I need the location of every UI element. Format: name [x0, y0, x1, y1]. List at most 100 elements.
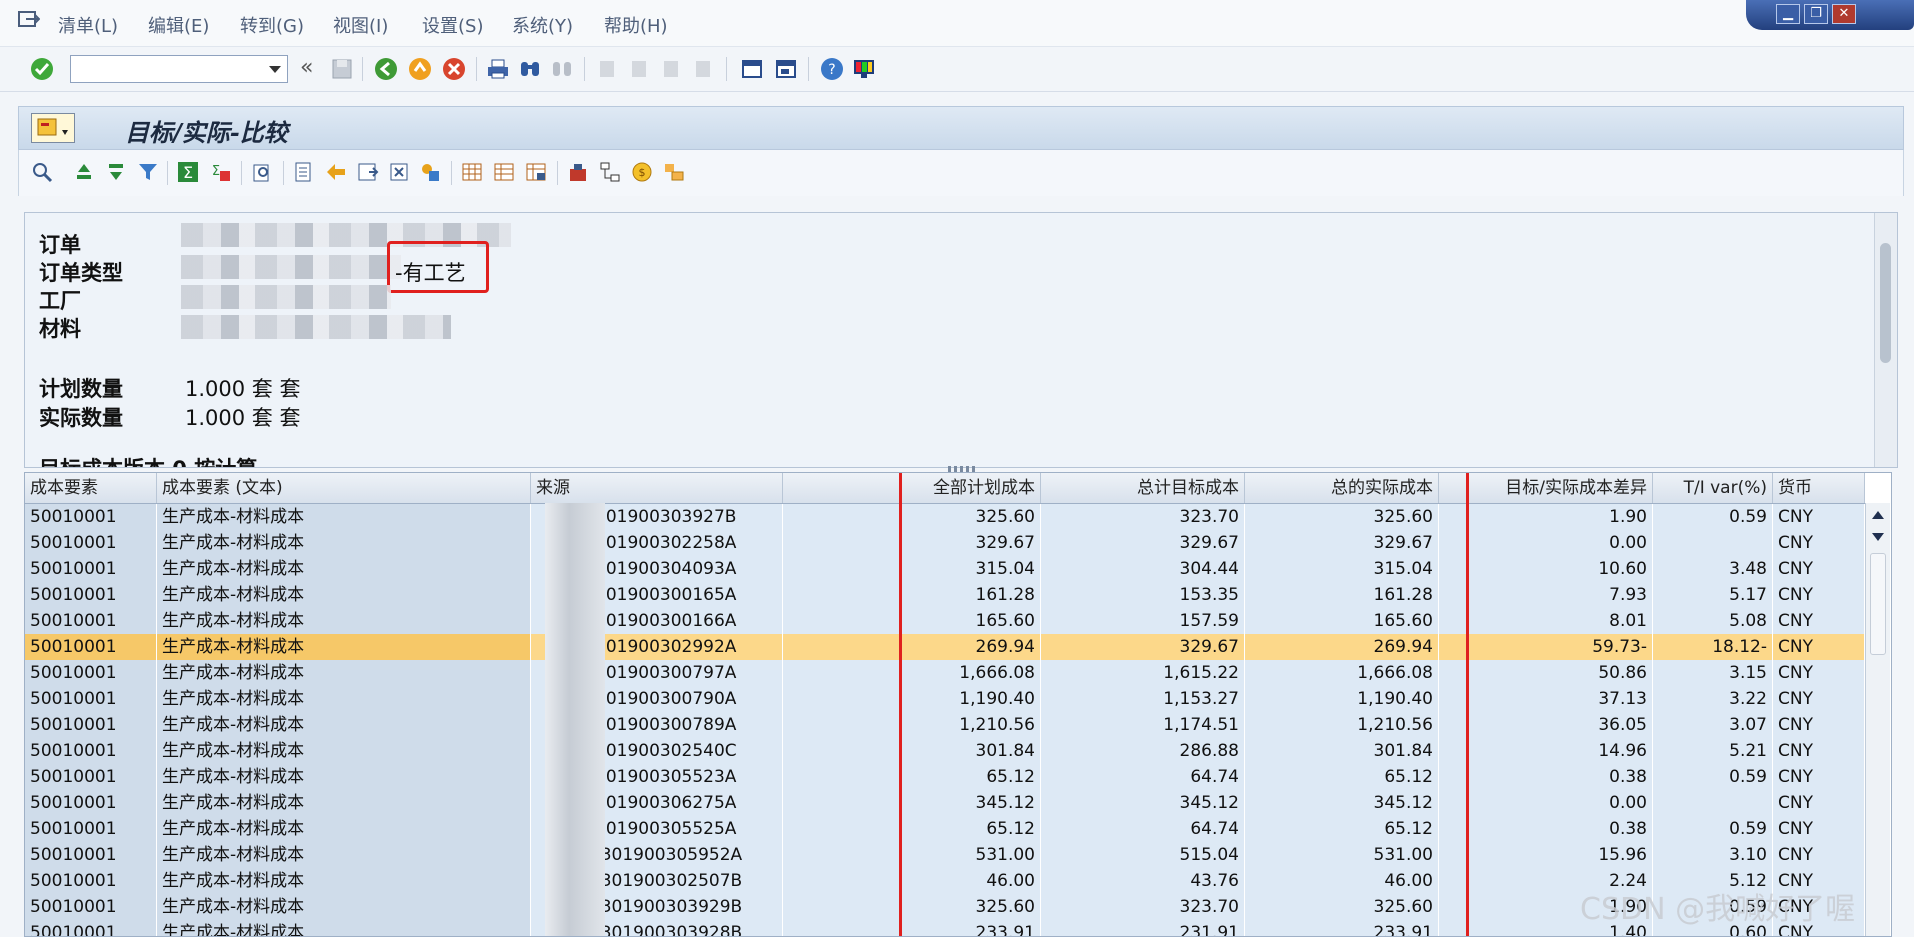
- collapse-icon[interactable]: «: [300, 55, 313, 80]
- cell-variance[interactable]: 15.96: [1439, 842, 1653, 868]
- cell-cost-element[interactable]: 50010001: [25, 842, 157, 868]
- cell-cost-element[interactable]: 50010001: [25, 530, 157, 556]
- close-button[interactable]: ✕: [1832, 4, 1856, 24]
- menu-settings[interactable]: 设置(S): [422, 12, 483, 38]
- cell-variance-pct[interactable]: 3.15: [1653, 660, 1773, 686]
- cell-variance[interactable]: 10.60: [1439, 556, 1653, 582]
- customize-layout-icon[interactable]: [852, 57, 876, 81]
- filter-icon[interactable]: [137, 161, 159, 183]
- graphic-icon[interactable]: [419, 161, 441, 183]
- restore-button[interactable]: ❐: [1804, 4, 1828, 24]
- cell-cost-element[interactable]: 50010001: [25, 816, 157, 842]
- cell-cost-element-text[interactable]: 生产成本-材料成本: [157, 634, 531, 660]
- cell-cost-element-text[interactable]: 生产成本-材料成本: [157, 842, 531, 868]
- cell-cost-element-text[interactable]: 生产成本-材料成本: [157, 504, 531, 530]
- select-layout-icon[interactable]: [493, 161, 515, 183]
- menu-goto[interactable]: 转到(G): [240, 12, 304, 38]
- col-variance[interactable]: 目标/实际成本差异: [1439, 473, 1653, 503]
- cell-cost-element[interactable]: 50010001: [25, 608, 157, 634]
- cell-currency[interactable]: CNY: [1773, 842, 1865, 868]
- col-cost-element-text[interactable]: 成本要素 (文本): [157, 473, 531, 503]
- export-icon[interactable]: [293, 161, 315, 183]
- local-file-icon[interactable]: [389, 161, 411, 183]
- cell-variance[interactable]: 1.90: [1439, 504, 1653, 530]
- cell-cost-element[interactable]: 50010001: [25, 660, 157, 686]
- cell-variance-pct[interactable]: 3.07: [1653, 712, 1773, 738]
- cell-currency[interactable]: CNY: [1773, 660, 1865, 686]
- cell-variance[interactable]: 37.13: [1439, 686, 1653, 712]
- cell-variance[interactable]: 59.73-: [1439, 634, 1653, 660]
- cell-currency[interactable]: CNY: [1773, 686, 1865, 712]
- cell-cost-element-text[interactable]: 生产成本-材料成本: [157, 738, 531, 764]
- cell-cost-element-text[interactable]: 生产成本-材料成本: [157, 608, 531, 634]
- details-icon[interactable]: [31, 161, 53, 183]
- cell-currency[interactable]: CNY: [1773, 790, 1865, 816]
- cell-cost-element[interactable]: 50010001: [25, 686, 157, 712]
- scroll-thumb[interactable]: [1870, 553, 1886, 655]
- cell-variance[interactable]: 0.00: [1439, 530, 1653, 556]
- cell-cost-element[interactable]: 50010001: [25, 712, 157, 738]
- cell-variance-pct[interactable]: 5.08: [1653, 608, 1773, 634]
- menu-edit[interactable]: 编辑(E): [148, 12, 209, 38]
- subtotal-icon[interactable]: Σ: [209, 161, 231, 183]
- cell-variance[interactable]: 0.38: [1439, 764, 1653, 790]
- services-for-object-button[interactable]: [31, 113, 75, 143]
- scroll-thumb[interactable]: [1880, 243, 1891, 363]
- cell-variance[interactable]: 7.93: [1439, 582, 1653, 608]
- print-preview-icon[interactable]: [251, 161, 273, 183]
- sort-ascending-icon[interactable]: [73, 161, 95, 183]
- cell-cost-element-text[interactable]: 生产成本-材料成本: [157, 556, 531, 582]
- print-icon[interactable]: [486, 57, 510, 81]
- change-layout-icon[interactable]: [461, 161, 483, 183]
- menu-system[interactable]: 系统(Y): [512, 12, 573, 38]
- last-page-icon[interactable]: [692, 57, 716, 81]
- save-layout-icon[interactable]: [525, 161, 547, 183]
- col-source[interactable]: 来源: [531, 473, 783, 503]
- cancel-icon[interactable]: [442, 57, 466, 81]
- cell-variance[interactable]: 0.38: [1439, 816, 1653, 842]
- first-page-icon[interactable]: [596, 57, 620, 81]
- cell-currency[interactable]: CNY: [1773, 712, 1865, 738]
- header-scrollbar[interactable]: [1874, 213, 1897, 467]
- cell-variance-pct[interactable]: 0.59: [1653, 504, 1773, 530]
- cell-variance-pct[interactable]: 5.17: [1653, 582, 1773, 608]
- cell-variance-pct[interactable]: 3.10: [1653, 842, 1773, 868]
- hierarchy-icon[interactable]: [599, 161, 621, 183]
- cell-cost-element[interactable]: 50010001: [25, 868, 157, 894]
- previous-page-icon[interactable]: [628, 57, 652, 81]
- cell-variance-pct[interactable]: 3.22: [1653, 686, 1773, 712]
- cell-cost-element-text[interactable]: 生产成本-材料成本: [157, 582, 531, 608]
- cell-currency[interactable]: CNY: [1773, 582, 1865, 608]
- cell-cost-element-text[interactable]: 生产成本-材料成本: [157, 712, 531, 738]
- cell-variance[interactable]: 8.01: [1439, 608, 1653, 634]
- cell-variance-pct[interactable]: 18.12-: [1653, 634, 1773, 660]
- cell-variance-pct[interactable]: 5.21: [1653, 738, 1773, 764]
- cell-variance[interactable]: 0.00: [1439, 790, 1653, 816]
- cell-variance[interactable]: 14.96: [1439, 738, 1653, 764]
- menu-list[interactable]: 清单(L): [58, 12, 118, 38]
- scroll-up-icon[interactable]: [1872, 511, 1884, 519]
- find-icon[interactable]: [518, 57, 542, 81]
- col-cost-element[interactable]: 成本要素: [25, 473, 157, 503]
- cell-currency[interactable]: CNY: [1773, 530, 1865, 556]
- sum-icon[interactable]: Σ: [177, 161, 199, 183]
- grid-scrollbar[interactable]: [1865, 503, 1890, 936]
- cost-elements-icon[interactable]: [567, 161, 589, 183]
- col-variance-pct[interactable]: T/I var(%): [1653, 473, 1773, 503]
- shortcut-icon[interactable]: [774, 57, 798, 81]
- other-view-icon[interactable]: [663, 161, 685, 183]
- cell-cost-element[interactable]: 50010001: [25, 764, 157, 790]
- cell-variance[interactable]: 36.05: [1439, 712, 1653, 738]
- new-session-icon[interactable]: [740, 57, 764, 81]
- cell-cost-element-text[interactable]: 生产成本-材料成本: [157, 764, 531, 790]
- minimize-button[interactable]: ▁: [1776, 4, 1800, 24]
- cell-variance-pct[interactable]: [1653, 790, 1773, 816]
- cell-currency[interactable]: CNY: [1773, 738, 1865, 764]
- cell-cost-element[interactable]: 50010001: [25, 556, 157, 582]
- cell-cost-element[interactable]: 50010001: [25, 582, 157, 608]
- scroll-down-icon[interactable]: [1872, 533, 1884, 541]
- chevron-down-icon[interactable]: [269, 66, 281, 73]
- command-field[interactable]: [70, 55, 288, 83]
- cell-cost-element-text[interactable]: 生产成本-材料成本: [157, 686, 531, 712]
- cell-variance-pct[interactable]: 0.59: [1653, 764, 1773, 790]
